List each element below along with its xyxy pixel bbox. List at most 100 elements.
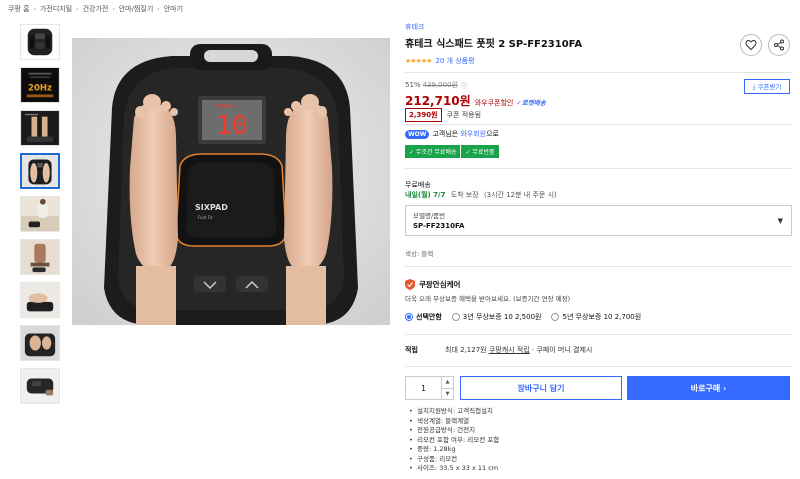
care-option-label: 선택안함 [416, 313, 442, 321]
spec-item: 전원공급방식: 건전지 [409, 426, 499, 436]
wow-coupon-label: 와우쿠폰할인 [474, 99, 514, 107]
care-option-none[interactable]: 선택안함 [405, 312, 442, 322]
thumb-20hz-banner[interactable]: 20Hz [20, 67, 60, 103]
coupang-care-title: 쿠팡안심케어 [405, 279, 460, 290]
free-return-badge: ✓ 무료반품 [460, 145, 499, 158]
wow-badge: WOW [405, 129, 430, 139]
info-icon[interactable]: ⓘ [461, 81, 467, 90]
wow-highlight: 와우회원 [460, 130, 487, 138]
breadcrumb-health[interactable]: 건강가전 [83, 4, 109, 14]
delivery-note: (3시간 12분 내 주문 시) [483, 191, 557, 199]
breadcrumb-massager[interactable]: 안마기 [164, 4, 183, 14]
divider [405, 168, 792, 169]
product-photo: TRAINING 10 SIXPAD Foot Fit [72, 38, 390, 325]
divider [405, 366, 792, 367]
product-title: 휴테크 식스패드 풋핏 2 SP-FF2310FA [405, 39, 583, 50]
care-title-text: 쿠팡안심케어 [419, 280, 461, 289]
coupon-amount-tag: 2,390원 [405, 108, 442, 122]
coupon-discount-row: 2,390원 쿠폰 적용됨 [405, 108, 481, 122]
sale-price-row: 212,710원 와우쿠폰할인 ✓로켓배송 [405, 92, 546, 109]
breadcrumb: 쿠팡 홈 › 가전디지털 › 건강가전 › 안마/찜질기 › 안마기 [8, 3, 183, 15]
shipping-label: 무료배송 [405, 181, 431, 189]
option-value: SP-FF2310FA [413, 222, 465, 230]
divider [405, 266, 792, 267]
heart-icon [745, 39, 757, 51]
breadcrumb-home[interactable]: 쿠팡 홈 [8, 4, 30, 14]
delivery-guarantee: 도착 보장 [450, 191, 479, 199]
main-product-image[interactable]: TRAINING 10 SIXPAD Foot Fit [72, 38, 390, 325]
buy-now-button[interactable]: 바로구매 › [627, 376, 790, 400]
wow-member-row: WOW 고객님은 와우회원으로 [405, 129, 499, 139]
divider [405, 334, 792, 335]
points-row: 적립 최대 2,127원 쿠팡캐시 적립 · 쿠페이 머니 결제시 [405, 345, 592, 355]
care-description: 더욱 오래 무상보증 혜택을 받아보세요. (보증기간 연장 예정) [405, 295, 571, 303]
discount-rate: 51% [405, 81, 421, 89]
points-label: 적립 [405, 346, 418, 354]
coupon-applied-text: 쿠폰 적용됨 [446, 111, 482, 119]
share-button[interactable] [768, 34, 790, 56]
sale-price: 212,710원 [405, 94, 471, 108]
share-icon [774, 39, 784, 51]
spec-item: 사이즈: 33.5 x 33 x 11 cm [409, 464, 499, 474]
add-to-cart-button[interactable]: 장바구니 담기 [460, 376, 622, 400]
display-value: 10 [216, 111, 247, 141]
spec-item: 구성품: 리모컨 [409, 455, 499, 465]
shield-icon [405, 279, 415, 290]
breadcrumb-digital[interactable]: 가전디지털 [40, 4, 72, 14]
chevron-right-icon: › [112, 5, 115, 13]
thumb-feet-on-device[interactable] [20, 153, 60, 189]
color-info: 색상: 블랙 [405, 250, 434, 258]
divider [405, 124, 792, 125]
thumb-20hz-text: 20Hz [28, 84, 52, 94]
wow-text: 고객님은 와우회원으로 [432, 129, 499, 139]
radio-icon [405, 313, 413, 321]
wow-suffix: 으로 [486, 130, 499, 138]
quantity-down-icon[interactable]: ▼ [442, 387, 453, 400]
spec-list: 설치지원방식: 고객직접설치 색상계열: 블랙계열 전원공급방식: 건전지 리모… [409, 407, 499, 474]
thumb-woman-chair[interactable] [20, 239, 60, 275]
divider [405, 72, 792, 73]
original-price: 439,000원 [422, 81, 458, 89]
thumb-legs-dark[interactable] [20, 110, 60, 146]
thumb-woman-sofa[interactable] [20, 196, 60, 232]
thumb-feet-side[interactable] [20, 282, 60, 318]
spec-item: 색상계열: 블랙계열 [409, 417, 499, 427]
radio-icon [551, 313, 560, 321]
get-coupon-button[interactable]: ⤓ 쿠폰받기 [744, 79, 790, 94]
product-info: 휴테크 휴테크 식스패드 풋핏 2 SP-FF2310FA ★★★★★ 20 개… [405, 22, 792, 66]
radio-icon [451, 313, 460, 321]
wow-prefix: 고객님은 [432, 130, 461, 138]
brand-link[interactable]: 휴테크 [405, 22, 792, 32]
brand-logo: SIXPAD [195, 203, 228, 212]
thumb-feet-closeup[interactable] [20, 325, 60, 361]
spec-item: 중량: 1.28kg [409, 445, 499, 455]
points-suffix: · 쿠페이 머니 결제시 [529, 346, 593, 354]
wishlist-button[interactable] [740, 34, 762, 56]
rocket-delivery-badge: ✓로켓배송 [516, 99, 546, 107]
discount-row: 51% 439,000원 ⓘ [405, 80, 467, 90]
care-options: 선택안함 3년 무상보증 10 2,500원 5년 무상보증 10 2,700원 [405, 312, 651, 322]
chevron-right-icon: › [76, 5, 79, 13]
coupang-cash-link[interactable]: 쿠팡캐시 적립 [489, 346, 530, 354]
model-text: Foot Fit [198, 215, 213, 220]
quantity-arrows: ▲ ▼ [441, 377, 453, 399]
quantity-up-icon[interactable]: ▲ [442, 377, 453, 388]
quantity-stepper[interactable]: 1 ▲ ▼ [405, 376, 454, 400]
delivery-date-row: 내일(월) 7/7 도착 보장 (3시간 12분 내 주문 시) [405, 190, 557, 200]
option-select[interactable]: 모델명/품번 SP-FF2310FA ▼ [405, 205, 792, 236]
chevron-right-icon: › [157, 5, 160, 13]
thumb-device-side[interactable] [20, 368, 60, 404]
spec-item: 설치지원방식: 고객직접설치 [409, 407, 499, 417]
review-count-link[interactable]: 20 개 상품평 [435, 56, 474, 66]
rating-stars: ★★★★★ [405, 57, 432, 65]
care-option-3yr[interactable]: 3년 무상보증 10 2,500원 [451, 312, 541, 322]
chevron-right-icon: › [33, 5, 36, 13]
care-option-label: 5년 무상보증 10 2,700원 [562, 313, 642, 321]
quantity-value[interactable]: 1 [406, 377, 441, 399]
delivery-date: 내일(월) 7/7 [405, 191, 446, 199]
caret-down-icon: ▼ [777, 217, 783, 225]
breadcrumb-massager-heat[interactable]: 안마/찜질기 [119, 4, 154, 14]
display-label: TRAINING [211, 104, 236, 110]
thumb-device-top[interactable] [20, 24, 60, 60]
care-option-5yr[interactable]: 5년 무상보증 10 2,700원 [551, 312, 641, 322]
